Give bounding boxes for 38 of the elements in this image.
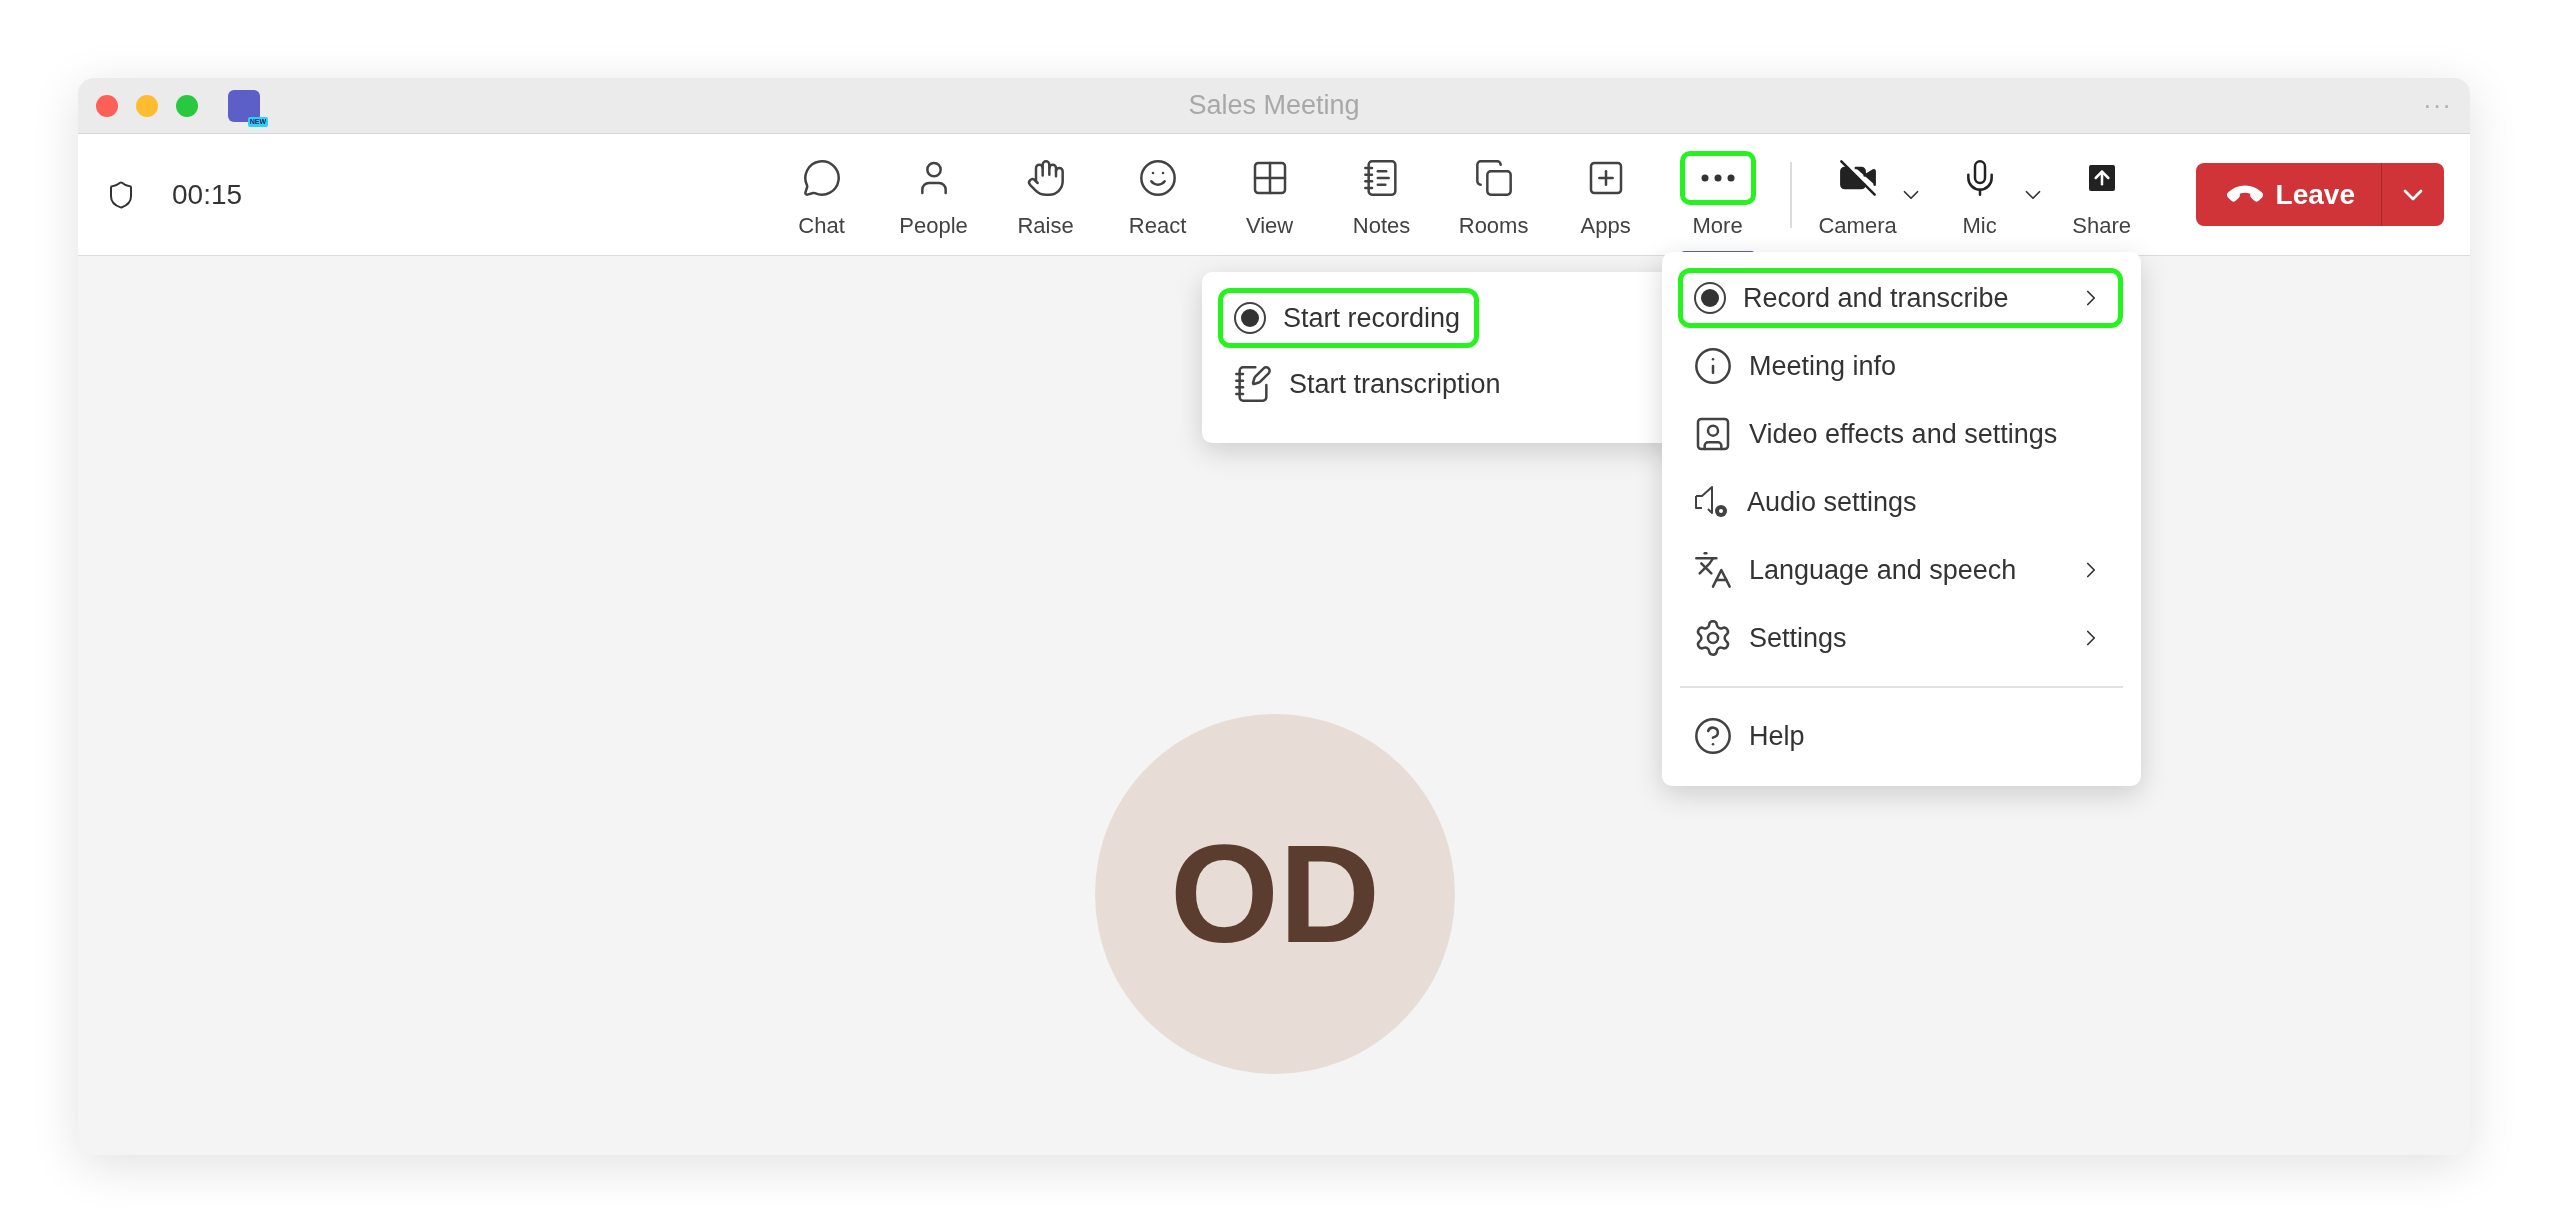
zoom-window-button[interactable] — [176, 94, 198, 117]
info-icon — [1693, 346, 1733, 386]
transcript-icon — [1233, 364, 1273, 404]
language-icon — [1693, 550, 1733, 590]
toolbar-button[interactable]: Chat — [765, 134, 878, 255]
minimize-window-button[interactable] — [136, 94, 158, 117]
record-icon — [1693, 281, 1727, 315]
toolbar-button[interactable]: React — [1101, 134, 1214, 255]
menu-item[interactable]: Start transcription — [1218, 354, 1639, 414]
record-icon — [1233, 301, 1267, 335]
menu-item[interactable]: Record and transcribe — [1678, 268, 2123, 328]
toolbar-button[interactable]: People — [877, 134, 990, 255]
toolbar-button[interactable]: Apps — [1549, 134, 1662, 255]
help-icon — [1693, 716, 1733, 756]
mic-button[interactable]: Mic — [1929, 134, 2030, 255]
toolbar-button[interactable]: View — [1213, 134, 1326, 255]
more-icon — [1700, 173, 1735, 182]
toolbar-button[interactable]: Rooms — [1437, 134, 1550, 255]
participant-avatar: OD — [1095, 714, 1455, 1074]
menu-item[interactable]: Video effects and settings — [1678, 404, 2123, 464]
toolbar-button[interactable]: Raise — [989, 134, 1102, 255]
close-window-button[interactable] — [96, 94, 118, 117]
menu-item[interactable]: Meeting info — [1678, 336, 2123, 396]
menu-item[interactable]: Language and speech — [1678, 540, 2123, 600]
camera-button[interactable]: Camera — [1807, 134, 1908, 255]
rooms-icon — [1473, 157, 1514, 198]
menu-item[interactable]: Start recording — [1218, 288, 1480, 348]
meeting-timer: 00:15 — [172, 178, 243, 211]
share-button[interactable]: Share — [2051, 134, 2152, 255]
window-title: Sales Meeting — [1188, 90, 1360, 121]
menu-item[interactable]: Settings — [1678, 608, 2123, 668]
hand-icon — [1025, 157, 1066, 198]
camera-off-icon — [1837, 157, 1878, 198]
smiley-icon — [1137, 157, 1178, 198]
chat-icon — [801, 157, 842, 198]
toolbar-button[interactable]: Notes — [1325, 134, 1438, 255]
menu-item[interactable]: Audio settings — [1678, 472, 2123, 532]
menu-item[interactable]: Help — [1678, 706, 2123, 766]
